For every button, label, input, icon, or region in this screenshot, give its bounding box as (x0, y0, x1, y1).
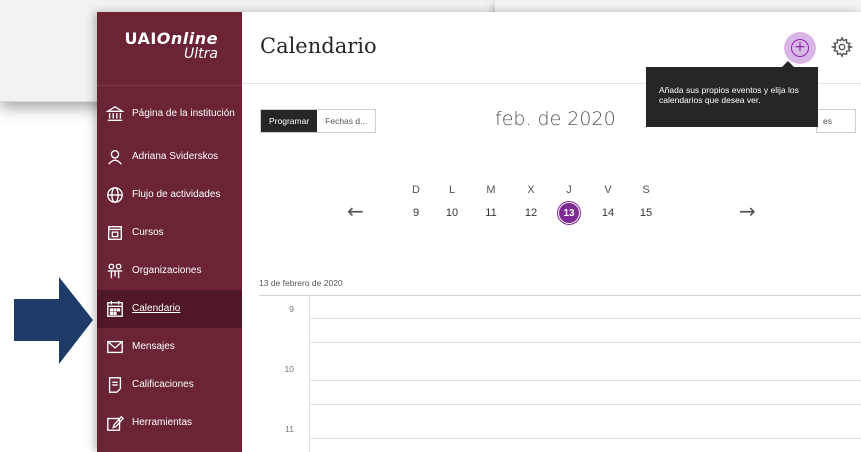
day-cell[interactable]: V 14 (596, 184, 620, 224)
sidebar-item-messages[interactable]: Mensajes (97, 328, 242, 366)
grades-icon (105, 375, 125, 395)
sidebar-item-calendar[interactable]: Calendario (97, 290, 242, 328)
hour-label: 10 (284, 364, 294, 374)
day-schedule-grid: 9 10 11 (259, 295, 861, 452)
add-event-icon: + (791, 39, 809, 57)
hour-row[interactable]: 10 (259, 356, 861, 408)
organizations-icon (105, 261, 125, 281)
add-event-button[interactable]: + (784, 32, 816, 64)
day-number: 9 (412, 207, 420, 219)
day-letter: S (642, 184, 650, 196)
sidebar-item-courses[interactable]: Cursos (97, 214, 242, 252)
mail-icon (105, 337, 125, 357)
tab-schedule[interactable]: Programar (261, 110, 318, 132)
hour-label: 11 (285, 424, 294, 434)
day-letter: X (527, 184, 535, 196)
week-navigator: ← D9 L 10 M 11 X 12 J 13 V 14 S 15 → (347, 184, 767, 234)
sidebar-item-institution[interactable]: Página de la institución (97, 90, 242, 138)
selected-date-label: 13 de febrero de 2020 (259, 278, 343, 288)
sidebar-item-label: Página de la institución (132, 108, 235, 119)
sidebar-item-organizations[interactable]: Organizaciones (97, 252, 242, 290)
day-cell[interactable]: X 12 (519, 184, 543, 224)
sidebar-item-label: Calificaciones (132, 379, 194, 390)
day-number: 12 (524, 207, 538, 219)
sidebar-item-label: Herramientas (132, 417, 193, 428)
calendar-icon (105, 299, 125, 319)
brand-logo[interactable]: UAIOnline Ultra (97, 12, 242, 86)
day-cell[interactable]: M 11 (479, 184, 503, 224)
day-letter: M (486, 184, 496, 196)
month-label: feb. de 2020 (495, 108, 616, 130)
background-window-right (495, 0, 861, 12)
sidebar-item-label: Organizaciones (132, 265, 202, 276)
page-title: Calendario (260, 34, 377, 58)
tools-icon (105, 413, 125, 433)
hour-label: 9 (289, 304, 294, 314)
user-icon (105, 147, 125, 167)
sidebar-item-label: Cursos (132, 227, 164, 238)
brand-subtitle: Ultra (184, 46, 218, 62)
day-cell-today[interactable]: J 13 (557, 184, 581, 224)
day-number: 14 (601, 207, 615, 219)
day-letter: V (604, 184, 612, 196)
day-number: 13 (558, 202, 580, 224)
day-letter: L (448, 184, 456, 196)
hour-line (309, 342, 861, 343)
sidebar-item-activity[interactable]: Flujo de actividades (97, 176, 242, 214)
sidebar-item-label: Adriana Sviderskos (132, 151, 219, 162)
brand-name: UAIOnline (124, 29, 218, 48)
sidebar-item-profile[interactable]: Adriana Sviderskos (97, 138, 242, 176)
tab-due-dates[interactable]: Fechas d... (317, 110, 376, 132)
sidebar: UAIOnline Ultra Página de la institución… (97, 12, 242, 452)
institution-icon (105, 104, 125, 124)
app-window: UAIOnline Ultra Página de la institución… (97, 12, 861, 452)
arrow-left-icon[interactable]: ← (347, 201, 364, 221)
day-letter: J (566, 184, 572, 196)
sidebar-item-label: Flujo de actividades (132, 189, 221, 200)
half-hour-line (309, 438, 861, 439)
day-number: 15 (639, 207, 653, 219)
gear-icon[interactable] (831, 36, 853, 58)
day-cell[interactable]: L 10 (440, 184, 464, 224)
day-number: 11 (485, 207, 497, 219)
pointer-arrow-icon (14, 277, 93, 364)
view-toggle: Programar Fechas d... (260, 109, 377, 133)
hour-row[interactable]: 9 (259, 296, 861, 348)
day-letter: D (412, 184, 420, 196)
sidebar-item-grades[interactable]: Calificaciones (97, 366, 242, 404)
sidebar-item-tools[interactable]: Herramientas (97, 404, 242, 442)
hour-line (309, 404, 861, 405)
half-hour-line (309, 318, 861, 319)
hour-row[interactable]: 11 (259, 416, 861, 452)
day-cell[interactable]: S 15 (634, 184, 658, 224)
courses-icon (105, 223, 125, 243)
sidebar-item-label: Mensajes (132, 341, 175, 352)
day-cell[interactable]: D9 (404, 184, 428, 224)
add-event-tooltip: Añada sus propios eventos y elija los ca… (646, 61, 818, 127)
half-hour-line (309, 380, 861, 381)
sidebar-nav: Página de la institución Adriana Sviders… (97, 90, 242, 442)
sidebar-item-label: Calendario (132, 303, 181, 314)
main-content: Calendario + Añada sus propios eventos y… (242, 12, 861, 452)
calendars-toggle[interactable]: es (816, 109, 856, 133)
screenshot-stage: UAIOnline Ultra Página de la institución… (0, 0, 861, 452)
arrow-right-icon[interactable]: → (739, 201, 756, 221)
day-number: 10 (445, 207, 459, 219)
globe-icon (105, 185, 125, 205)
